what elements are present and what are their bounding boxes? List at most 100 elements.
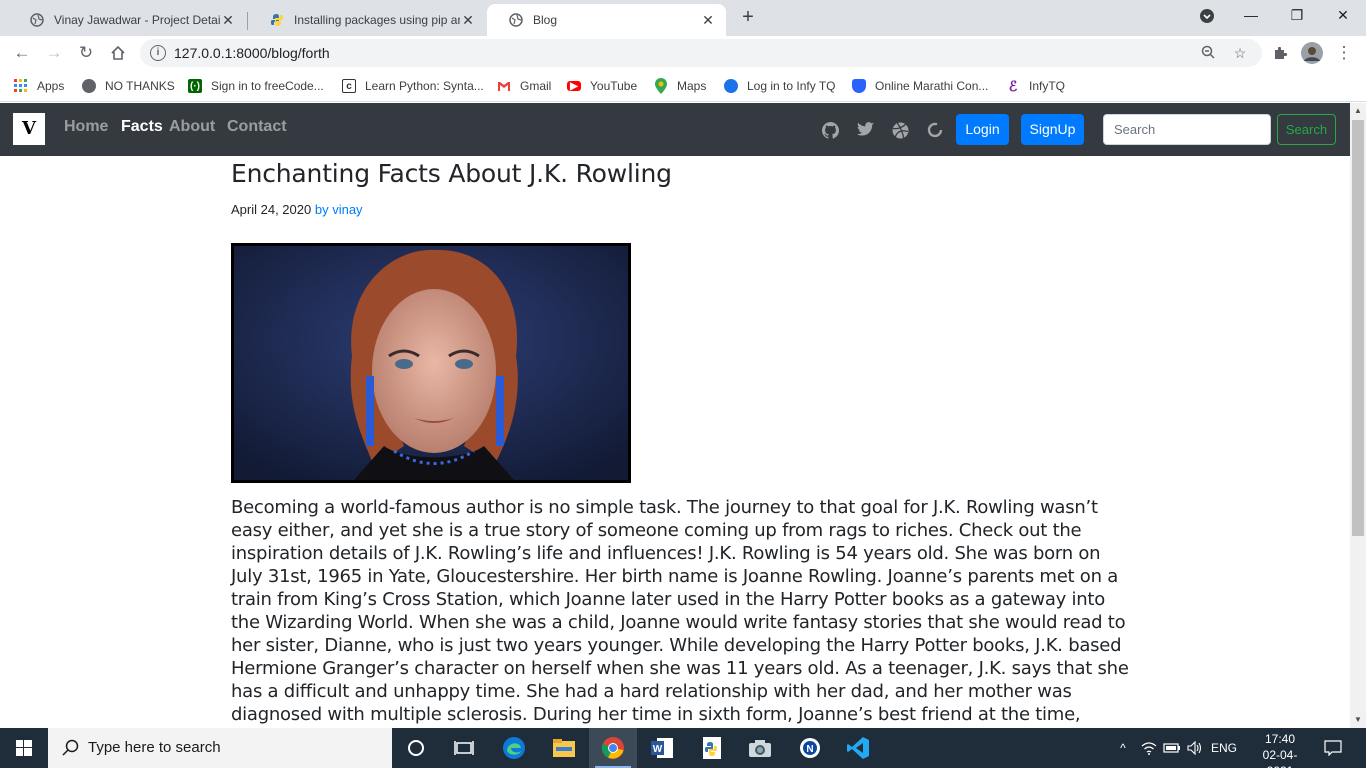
bookmark-label: Apps (37, 79, 65, 93)
bookmark-infytq[interactable]: ℰ InfyTQ (1006, 76, 1065, 96)
bookmark-star-icon[interactable]: ☆ (1232, 45, 1248, 61)
info-icon[interactable]: i (150, 45, 166, 61)
zoom-icon[interactable] (1200, 45, 1216, 61)
taskbar-clock[interactable]: 17:40 02-04-2021 (1250, 731, 1310, 779)
windows-start-icon[interactable] (0, 728, 48, 768)
nav-contact[interactable]: Contact (227, 118, 287, 136)
post-title: Enchanting Facts About J.K. Rowling (231, 159, 672, 188)
bookmark-label: Sign in to freeCode... (211, 79, 324, 93)
site-navbar: V Home Facts About Contact Login SignUp … (0, 103, 1350, 156)
volume-icon[interactable] (1186, 728, 1204, 768)
search-button[interactable]: Search (1277, 114, 1336, 145)
tab-installing-packages[interactable]: Installing packages using pip and ✕ (248, 4, 486, 36)
infy-icon (724, 79, 738, 93)
minimize-icon[interactable]: — (1228, 0, 1274, 32)
brand-logo[interactable]: V (13, 113, 45, 145)
app-circle-icon[interactable]: N (786, 728, 834, 768)
vscode-icon[interactable] (834, 728, 882, 768)
signup-button[interactable]: SignUp (1021, 114, 1084, 145)
nav-home[interactable]: Home (64, 118, 108, 136)
browser-toolbar: ← → ↻ i 127.0.0.1:8000/blog/forth ☆ ⋮ (0, 36, 1366, 70)
address-bar[interactable]: i 127.0.0.1:8000/blog/forth ☆ (140, 39, 1262, 67)
word-icon[interactable]: W (638, 728, 686, 768)
profile-avatar[interactable] (1300, 41, 1324, 65)
post-meta: April 24, 2020 by vinay (231, 202, 363, 217)
wifi-icon[interactable] (1140, 728, 1158, 768)
bookmarks-bar: Apps NO THANKS (·) Sign in to freeCode..… (0, 70, 1366, 102)
close-tab-icon[interactable]: ✕ (700, 12, 716, 28)
task-view-icon[interactable] (440, 728, 488, 768)
youtube-icon: ▶ (567, 81, 581, 92)
freecodecamp-icon: (·) (188, 79, 202, 93)
bookmark-freecodecamp[interactable]: (·) Sign in to freeCode... (188, 76, 324, 96)
menu-kebab-icon[interactable]: ⋮ (1332, 41, 1356, 65)
python-icon (270, 13, 284, 27)
bookmark-apps[interactable]: Apps (14, 76, 64, 96)
cortana-icon[interactable] (392, 728, 440, 768)
reload-icon[interactable]: ↻ (74, 41, 98, 65)
globe-icon (30, 13, 44, 27)
bookmark-online-marathi[interactable]: Online Marathi Con... (852, 76, 988, 96)
search-input[interactable]: Search (1103, 114, 1271, 145)
tab-title: Installing packages using pip and (294, 13, 460, 27)
windows-taskbar: Type here to search W N ^ ENG 17:40 02-0… (0, 728, 1366, 778)
nav-about[interactable]: About (169, 118, 215, 136)
battery-icon[interactable] (1162, 728, 1182, 768)
page-scrollbar[interactable]: ▲ ▼ (1350, 103, 1366, 728)
tab-search-icon[interactable] (1184, 0, 1230, 32)
notification-icon[interactable] (1322, 728, 1344, 768)
bookmark-infy-tq-login[interactable]: Log in to Infy TQ (724, 76, 836, 96)
new-tab-button[interactable]: + (738, 6, 758, 28)
dribbble-icon[interactable] (891, 122, 909, 140)
login-button[interactable]: Login (956, 114, 1009, 145)
bookmark-label: Gmail (520, 79, 552, 93)
tray-chevron-icon[interactable]: ^ (1114, 728, 1132, 768)
bookmark-youtube[interactable]: ▶ YouTube (567, 76, 637, 96)
scroll-down-icon[interactable]: ▼ (1350, 712, 1366, 728)
language-indicator[interactable]: ENG (1210, 728, 1238, 768)
bookmark-label: Online Marathi Con... (875, 79, 989, 93)
bookmark-gmail[interactable]: Gmail (497, 76, 551, 96)
scroll-thumb[interactable] (1352, 120, 1364, 536)
search-icon (62, 739, 79, 756)
url-text: 127.0.0.1:8000/blog/forth (174, 45, 330, 61)
extensions-icon[interactable] (1268, 41, 1292, 65)
globe-icon (509, 13, 523, 27)
chrome-icon[interactable] (589, 728, 637, 768)
close-tab-icon[interactable]: ✕ (220, 12, 236, 28)
close-window-icon[interactable]: ✕ (1320, 0, 1366, 32)
home-icon[interactable] (106, 41, 130, 65)
bookmark-no-thanks[interactable]: NO THANKS (82, 76, 175, 96)
restore-icon[interactable]: ❐ (1274, 0, 1320, 32)
post-author-link[interactable]: by vinay (315, 202, 363, 217)
taskbar-search-placeholder: Type here to search (88, 739, 221, 756)
python-file-icon[interactable] (688, 728, 736, 768)
infytq-icon: ℰ (1008, 77, 1018, 94)
github-icon[interactable] (821, 122, 839, 140)
bookmark-label: YouTube (590, 79, 638, 93)
scroll-up-icon[interactable]: ▲ (1350, 103, 1366, 119)
taskbar-search-box[interactable]: Type here to search (48, 728, 392, 768)
tab-title: Blog (533, 13, 558, 27)
camera-icon[interactable] (736, 728, 784, 768)
bookmark-label: Maps (677, 79, 707, 93)
bookmark-label: Log in to Infy TQ (747, 79, 836, 93)
codecademy-icon: c (342, 79, 356, 93)
bookmark-learn-python[interactable]: c Learn Python: Synta... (342, 76, 484, 96)
nav-facts[interactable]: Facts (121, 118, 163, 136)
back-arrow-icon[interactable]: ← (10, 41, 34, 65)
twitter-icon[interactable] (856, 122, 874, 140)
tab-blog[interactable]: Blog ✕ (487, 4, 726, 36)
bookmark-maps[interactable]: Maps (654, 76, 706, 96)
close-tab-icon[interactable]: ✕ (460, 12, 476, 28)
apps-grid-icon (14, 79, 28, 93)
bookmark-label: InfyTQ (1029, 79, 1066, 93)
forward-arrow-icon[interactable]: → (42, 41, 66, 65)
edge-icon[interactable] (490, 728, 538, 768)
bookmark-label: NO THANKS (105, 79, 175, 93)
file-explorer-icon[interactable] (540, 728, 588, 768)
tab-project-detail[interactable]: Vinay Jawadwar - Project Detail ✕ (8, 4, 246, 36)
spinner-icon[interactable] (926, 122, 944, 140)
post-body: Becoming a world-famous author is no sim… (231, 497, 1129, 725)
web-page: V Home Facts About Contact Login SignUp … (0, 103, 1350, 728)
